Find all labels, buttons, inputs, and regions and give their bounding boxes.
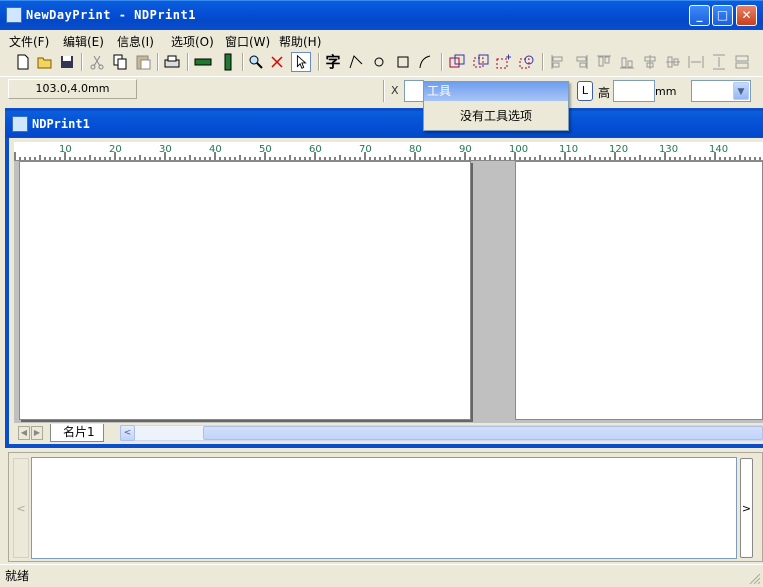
- align-center-h-icon[interactable]: [663, 52, 683, 72]
- arc-tool-icon[interactable]: [415, 52, 435, 72]
- ruler-tick-label: 70: [359, 144, 372, 155]
- align-top-icon[interactable]: [594, 52, 614, 72]
- menu-options[interactable]: 选项(O): [171, 33, 214, 50]
- distribute-horizontal-icon[interactable]: [686, 52, 706, 72]
- print-icon[interactable]: [162, 52, 182, 72]
- maximize-button[interactable]: □: [712, 5, 733, 26]
- ruler-tick-label: 20: [109, 144, 122, 155]
- x-label: X: [391, 84, 399, 97]
- menu-edit[interactable]: 编辑(E): [63, 33, 104, 50]
- menu-info[interactable]: 信息(I): [117, 33, 154, 50]
- ruler-tick-label: 110: [559, 144, 578, 155]
- copy-icon[interactable]: [110, 52, 130, 72]
- horizontal-layout-icon[interactable]: [193, 52, 213, 72]
- close-button[interactable]: ✕: [736, 5, 757, 26]
- distribute-vertical-icon[interactable]: [709, 52, 729, 72]
- menu-bar: [0, 30, 763, 50]
- height-input[interactable]: [613, 80, 655, 102]
- ruler-tick-label: 40: [209, 144, 222, 155]
- ruler-tick-label: 80: [409, 144, 422, 155]
- no-tool-options-item: 没有工具选项: [459, 109, 532, 123]
- scroll-left-button[interactable]: <: [120, 425, 135, 441]
- chevron-down-icon[interactable]: ▼: [733, 82, 749, 100]
- x-input[interactable]: [404, 80, 424, 102]
- scrollbar-thumb[interactable]: [203, 426, 763, 440]
- ruler-tick-label: 90: [459, 144, 472, 155]
- text-tool-button[interactable]: 字: [323, 52, 343, 72]
- open-folder-icon[interactable]: [35, 52, 55, 72]
- align-left-icon[interactable]: [548, 52, 568, 72]
- menu-window[interactable]: 窗口(W): [225, 33, 270, 50]
- align-center-v-icon[interactable]: [640, 52, 660, 72]
- delete-icon[interactable]: [267, 52, 287, 72]
- ruler-tick-label: 30: [159, 144, 172, 155]
- panel-scroll-left-button[interactable]: <: [13, 458, 29, 558]
- minimize-button[interactable]: _: [689, 5, 710, 26]
- ruler-tick-label: 130: [659, 144, 678, 155]
- same-size-icon[interactable]: [732, 52, 752, 72]
- panel-scroll-right-button[interactable]: >: [740, 458, 753, 558]
- unit-label: mm: [655, 85, 677, 98]
- paste-icon[interactable]: [133, 52, 153, 72]
- menu-file[interactable]: 文件(F): [9, 33, 49, 50]
- ellipse-tool-icon[interactable]: [369, 52, 389, 72]
- align-right-icon[interactable]: [571, 52, 591, 72]
- ruler-tick-label: 50: [259, 144, 272, 155]
- lock-ratio-button[interactable]: L: [577, 81, 593, 101]
- document-title-bar[interactable]: [5, 111, 763, 137]
- property-dropdown[interactable]: ▼: [691, 80, 751, 102]
- new-file-icon[interactable]: [13, 52, 33, 72]
- ruler-tick-label: 140: [709, 144, 728, 155]
- document-title: NDPrint1: [32, 117, 90, 131]
- label-page-1[interactable]: [19, 161, 471, 420]
- polyline-tool-icon[interactable]: [346, 52, 366, 72]
- prev-sheet-button[interactable]: ◀: [18, 426, 30, 440]
- menu-help[interactable]: 帮助(H): [279, 33, 321, 50]
- rectangle-tool-icon[interactable]: [393, 52, 413, 72]
- document-icon: [12, 116, 28, 132]
- align-bottom-icon[interactable]: [617, 52, 637, 72]
- status-bar: [0, 564, 763, 587]
- ruler-tick-label: 10: [59, 144, 72, 155]
- status-text: 就绪: [5, 569, 30, 583]
- height-label: 高: [598, 86, 611, 100]
- coordinate-readout: 103.0,4.0mm: [8, 79, 137, 99]
- zoom-icon[interactable]: [246, 52, 266, 72]
- tools-popup-title[interactable]: 工具: [424, 82, 568, 101]
- group-icon[interactable]: [447, 52, 467, 72]
- rotate-icon[interactable]: [517, 52, 537, 72]
- window-title: NewDayPrint - NDPrint1: [26, 8, 196, 22]
- ruler-tick-label: 100: [509, 144, 528, 155]
- app-icon: [6, 7, 22, 23]
- resize-grip-icon[interactable]: [747, 571, 761, 585]
- save-icon[interactable]: [57, 52, 77, 72]
- next-sheet-button[interactable]: ▶: [31, 426, 43, 440]
- move-icon[interactable]: [494, 52, 514, 72]
- label-page-2[interactable]: [515, 161, 763, 420]
- cut-icon[interactable]: [87, 52, 107, 72]
- ungroup-icon[interactable]: [471, 52, 491, 72]
- ruler-tick-label: 60: [309, 144, 322, 155]
- vertical-layout-icon[interactable]: [218, 52, 238, 72]
- sheet-tab[interactable]: 名片1: [50, 424, 104, 442]
- output-text-area[interactable]: [31, 457, 737, 559]
- horizontal-ruler: 10 20 30 40 50 60 70 80 90 100 110 120 130 140: [14, 142, 763, 161]
- ruler-tick-label: 120: [609, 144, 628, 155]
- select-pointer-icon[interactable]: [291, 52, 311, 72]
